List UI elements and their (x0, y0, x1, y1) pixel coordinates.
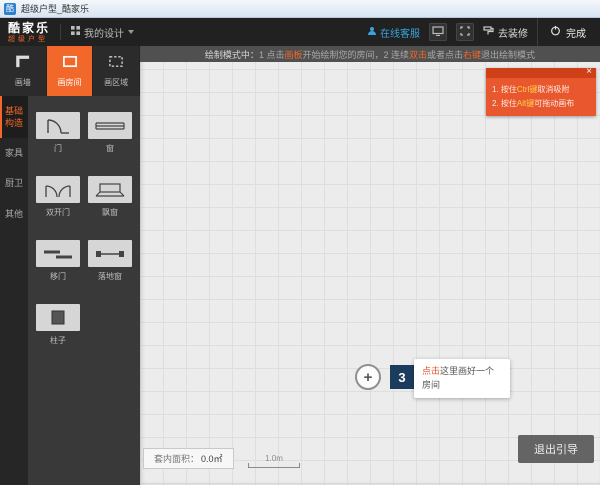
notice-step2-mid: 或者点击 (427, 48, 463, 61)
library-item-label: 落地窗 (98, 271, 122, 282)
online-service-button[interactable]: 在线客服 (367, 25, 420, 40)
tool-label: 画房间 (58, 77, 82, 88)
tool-draw-wall[interactable]: 画墙 (0, 46, 47, 96)
close-icon[interactable]: × (584, 66, 594, 78)
brand-name: 酷家乐 (8, 22, 50, 34)
os-titlebar: 酷 超级户型_酷家乐 (0, 0, 600, 18)
notice-step2: 2 连续 (383, 48, 409, 61)
category-basic-structure[interactable]: 基础构造 (0, 96, 28, 138)
component-library: 门 窗 双开门 飘窗 移门 (28, 96, 140, 485)
guide-tooltip-highlight: 点击 (422, 366, 440, 376)
guide-tooltip: 点击这里画好一个房间 (414, 359, 510, 398)
my-design-menu[interactable]: 我的设计 (71, 25, 134, 40)
presentation-button[interactable] (429, 23, 447, 41)
go-decorate-button[interactable]: 去装修 (483, 25, 528, 40)
scale-ruler: 1.0m (248, 454, 300, 468)
guide-step-badge: 3 (390, 365, 414, 389)
area-icon (107, 54, 125, 74)
inner-area-readout: 套内面积：0.0㎡ (143, 448, 234, 469)
sliding-door-icon (36, 240, 80, 267)
go-decorate-label: 去装修 (498, 25, 528, 40)
notice-highlight-doubleclick: 双击 (409, 48, 427, 61)
app-window: 酷 超级户型_酷家乐 酷家乐 超级户型 我的设计 在线客服 (0, 0, 600, 485)
scale-label: 1.0m (248, 454, 300, 463)
notice-prefix: 绘制模式中： (205, 48, 259, 61)
category-other[interactable]: 其他 (0, 199, 28, 229)
tip-line1-pre: 1. 按住 (492, 85, 517, 94)
person-headset-icon (367, 26, 377, 39)
finish-label: 完成 (566, 25, 586, 40)
room-icon (61, 54, 79, 74)
tip-line1-post: 取消吸附 (537, 85, 569, 94)
tool-label: 画墙 (15, 77, 31, 88)
library-item-door[interactable]: 门 (36, 112, 80, 154)
tool-draw-area[interactable]: 画区域 (93, 46, 140, 96)
library-item-label: 移门 (50, 271, 66, 282)
app-header: 酷家乐 超级户型 我的设计 在线客服 (0, 18, 600, 46)
brand-subtitle: 超级户型 (8, 36, 50, 43)
notice-highlight-rightclick: 右键 (463, 48, 481, 61)
tip-line-alt: 2. 按住Alt键可拖动画布 (492, 97, 590, 111)
tip-line2-key: Alt键 (517, 99, 534, 108)
brand-logo: 酷家乐 超级户型 (8, 22, 50, 43)
tip-box-header: × (486, 68, 596, 78)
tip-line2-post: 可拖动画布 (534, 99, 574, 108)
double-door-icon (36, 176, 80, 203)
library-item-label: 双开门 (46, 207, 70, 218)
fullscreen-expand-icon (460, 23, 470, 41)
tool-draw-room[interactable]: 画房间 (47, 46, 94, 96)
library-item-label: 窗 (106, 143, 114, 154)
tip-line2-pre: 2. 按住 (492, 99, 517, 108)
hotkey-tip-box: × 1. 按住Ctrl键取消吸附 2. 按住Alt键可拖动画布 (486, 68, 596, 116)
tip-box-body: 1. 按住Ctrl键取消吸附 2. 按住Alt键可拖动画布 (486, 78, 596, 116)
fullscreen-button[interactable] (456, 23, 474, 41)
drawing-canvas[interactable]: 绘制模式中： 1 点击 画板 开始绘制您的房间， 2 连续 双击 或者点击 右键… (140, 46, 600, 485)
draw-tools-bar: 画墙 画房间 画区域 (0, 46, 140, 96)
window-title: 超级户型_酷家乐 (21, 2, 89, 15)
pillar-icon (36, 304, 80, 331)
tip-line-ctrl: 1. 按住Ctrl键取消吸附 (492, 83, 590, 97)
tip-line1-key: Ctrl键 (517, 85, 537, 94)
header-divider (60, 24, 61, 40)
category-kitchen-bath[interactable]: 厨卫 (0, 168, 28, 198)
library-item-pillar[interactable]: 柱子 (36, 304, 80, 346)
draw-mode-notice: 绘制模式中： 1 点击 画板 开始绘制您的房间， 2 连续 双击 或者点击 右键… (140, 46, 600, 62)
power-icon (550, 25, 561, 39)
area-value: 0.0㎡ (201, 454, 223, 464)
exit-guide-button[interactable]: 退出引导 (518, 435, 594, 463)
category-furniture[interactable]: 家具 (0, 138, 28, 168)
header-actions: 在线客服 去装修 完成 (367, 18, 600, 46)
window-icon (88, 112, 132, 139)
library-item-label: 飘窗 (102, 207, 118, 218)
library-item-window[interactable]: 窗 (88, 112, 132, 154)
library-item-label: 门 (54, 143, 62, 154)
draw-start-target[interactable]: + (355, 364, 381, 390)
chevron-down-icon (128, 30, 134, 34)
notice-highlight-board: 画板 (284, 48, 302, 61)
bay-window-icon (88, 176, 132, 203)
app-icon: 酷 (4, 3, 16, 15)
tool-label: 画区域 (104, 77, 128, 88)
my-design-label: 我的设计 (84, 25, 124, 40)
area-label: 套内面积： (154, 454, 199, 464)
finish-button[interactable]: 完成 (537, 18, 594, 46)
library-item-label: 柱子 (50, 335, 66, 346)
category-sidebar: 基础构造 家具 厨卫 其他 (0, 96, 28, 485)
monitor-icon (432, 23, 444, 41)
notice-step1-rest: 开始绘制您的房间， (302, 48, 383, 61)
online-service-label: 在线客服 (380, 25, 420, 40)
library-item-double-door[interactable]: 双开门 (36, 176, 80, 218)
wall-icon (14, 54, 32, 74)
door-swing-icon (36, 112, 80, 139)
grid-icon (71, 26, 80, 38)
scale-bar (248, 464, 300, 468)
library-item-sliding-door[interactable]: 移门 (36, 240, 80, 282)
paint-roller-icon (483, 26, 494, 39)
notice-step1: 1 点击 (259, 48, 285, 61)
floor-window-icon (88, 240, 132, 267)
notice-step2-rest: 退出绘制模式 (481, 48, 535, 61)
library-item-bay-window[interactable]: 飘窗 (88, 176, 132, 218)
library-item-floor-window[interactable]: 落地窗 (88, 240, 132, 282)
